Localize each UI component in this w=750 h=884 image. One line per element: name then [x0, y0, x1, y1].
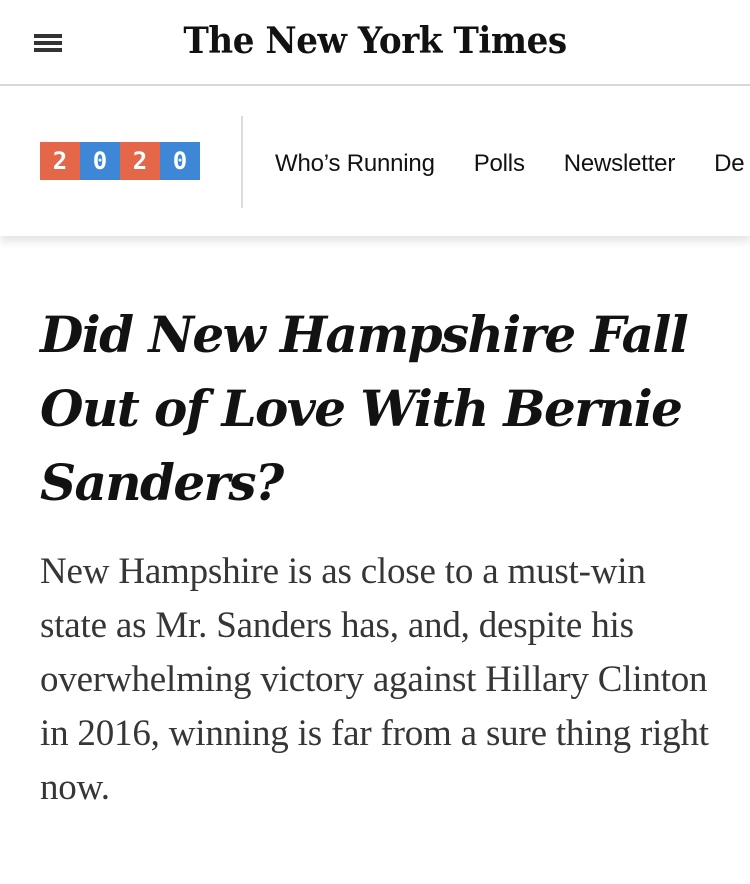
article-headline: Did New Hampshire Fall Out of Love With … [40, 305, 689, 512]
election-2020-bar: 2 0 2 0 Who’s Running Polls Newsletter D… [0, 86, 750, 236]
election-nav: Who’s Running Polls Newsletter De [275, 149, 750, 179]
badge-digit: 2 [120, 142, 160, 180]
nyt-logo[interactable]: The New York Times [161, 14, 589, 68]
nav-divider [241, 116, 243, 208]
election-2020-badge[interactable]: 2 0 2 0 [40, 142, 200, 180]
nav-link-newsletter[interactable]: Newsletter [564, 149, 676, 179]
nav-link-truncated[interactable]: De [714, 149, 744, 179]
menu-line [34, 48, 62, 52]
badge-digit: 0 [80, 142, 120, 180]
menu-line [34, 34, 62, 38]
menu-line [34, 41, 62, 45]
nav-link-whos-running[interactable]: Who’s Running [275, 149, 435, 179]
hamburger-menu-icon[interactable] [34, 30, 64, 54]
nav-link-polls[interactable]: Polls [474, 149, 525, 179]
masthead: The New York Times [0, 0, 750, 86]
badge-digit: 0 [160, 142, 200, 180]
article-summary: New Hampshire is as close to a must-win … [40, 551, 709, 808]
badge-digit: 2 [40, 142, 80, 180]
